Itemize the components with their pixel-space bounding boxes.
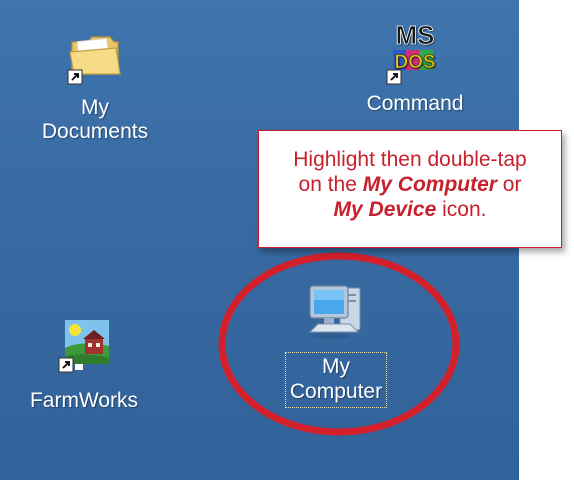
callout-line3-suffix: icon. [436, 198, 487, 221]
msdos-icon: MS DOS [386, 20, 436, 85]
my-documents-label-line2: Documents [41, 120, 149, 143]
callout-line1: Highlight then double-tap [293, 148, 527, 171]
callout-line2: on the My Computer or [259, 172, 561, 197]
callout-emphasis-my-device: My Device [333, 198, 437, 221]
farmworks-shortcut[interactable]: FarmWorks [20, 318, 148, 413]
my-documents-label-line1: My [81, 96, 109, 119]
instruction-callout: Highlight then double-tap on the My Comp… [258, 130, 562, 248]
callout-line3: My Device icon. [259, 197, 561, 222]
callout-line2-prefix: on the [298, 173, 363, 196]
command-shortcut[interactable]: MS DOS Command [350, 18, 480, 116]
folder-icon [67, 36, 121, 85]
farmworks-label: FarmWorks [29, 389, 139, 412]
highlight-ring [218, 252, 460, 436]
my-documents-shortcut[interactable]: My Documents [35, 26, 155, 144]
msdos-icon-text-top: MS [396, 20, 435, 50]
callout-line2-suffix: or [496, 173, 522, 196]
command-label: Command [366, 92, 464, 115]
callout-emphasis-my-computer: My Computer [362, 173, 497, 196]
farmworks-icon [58, 320, 109, 373]
